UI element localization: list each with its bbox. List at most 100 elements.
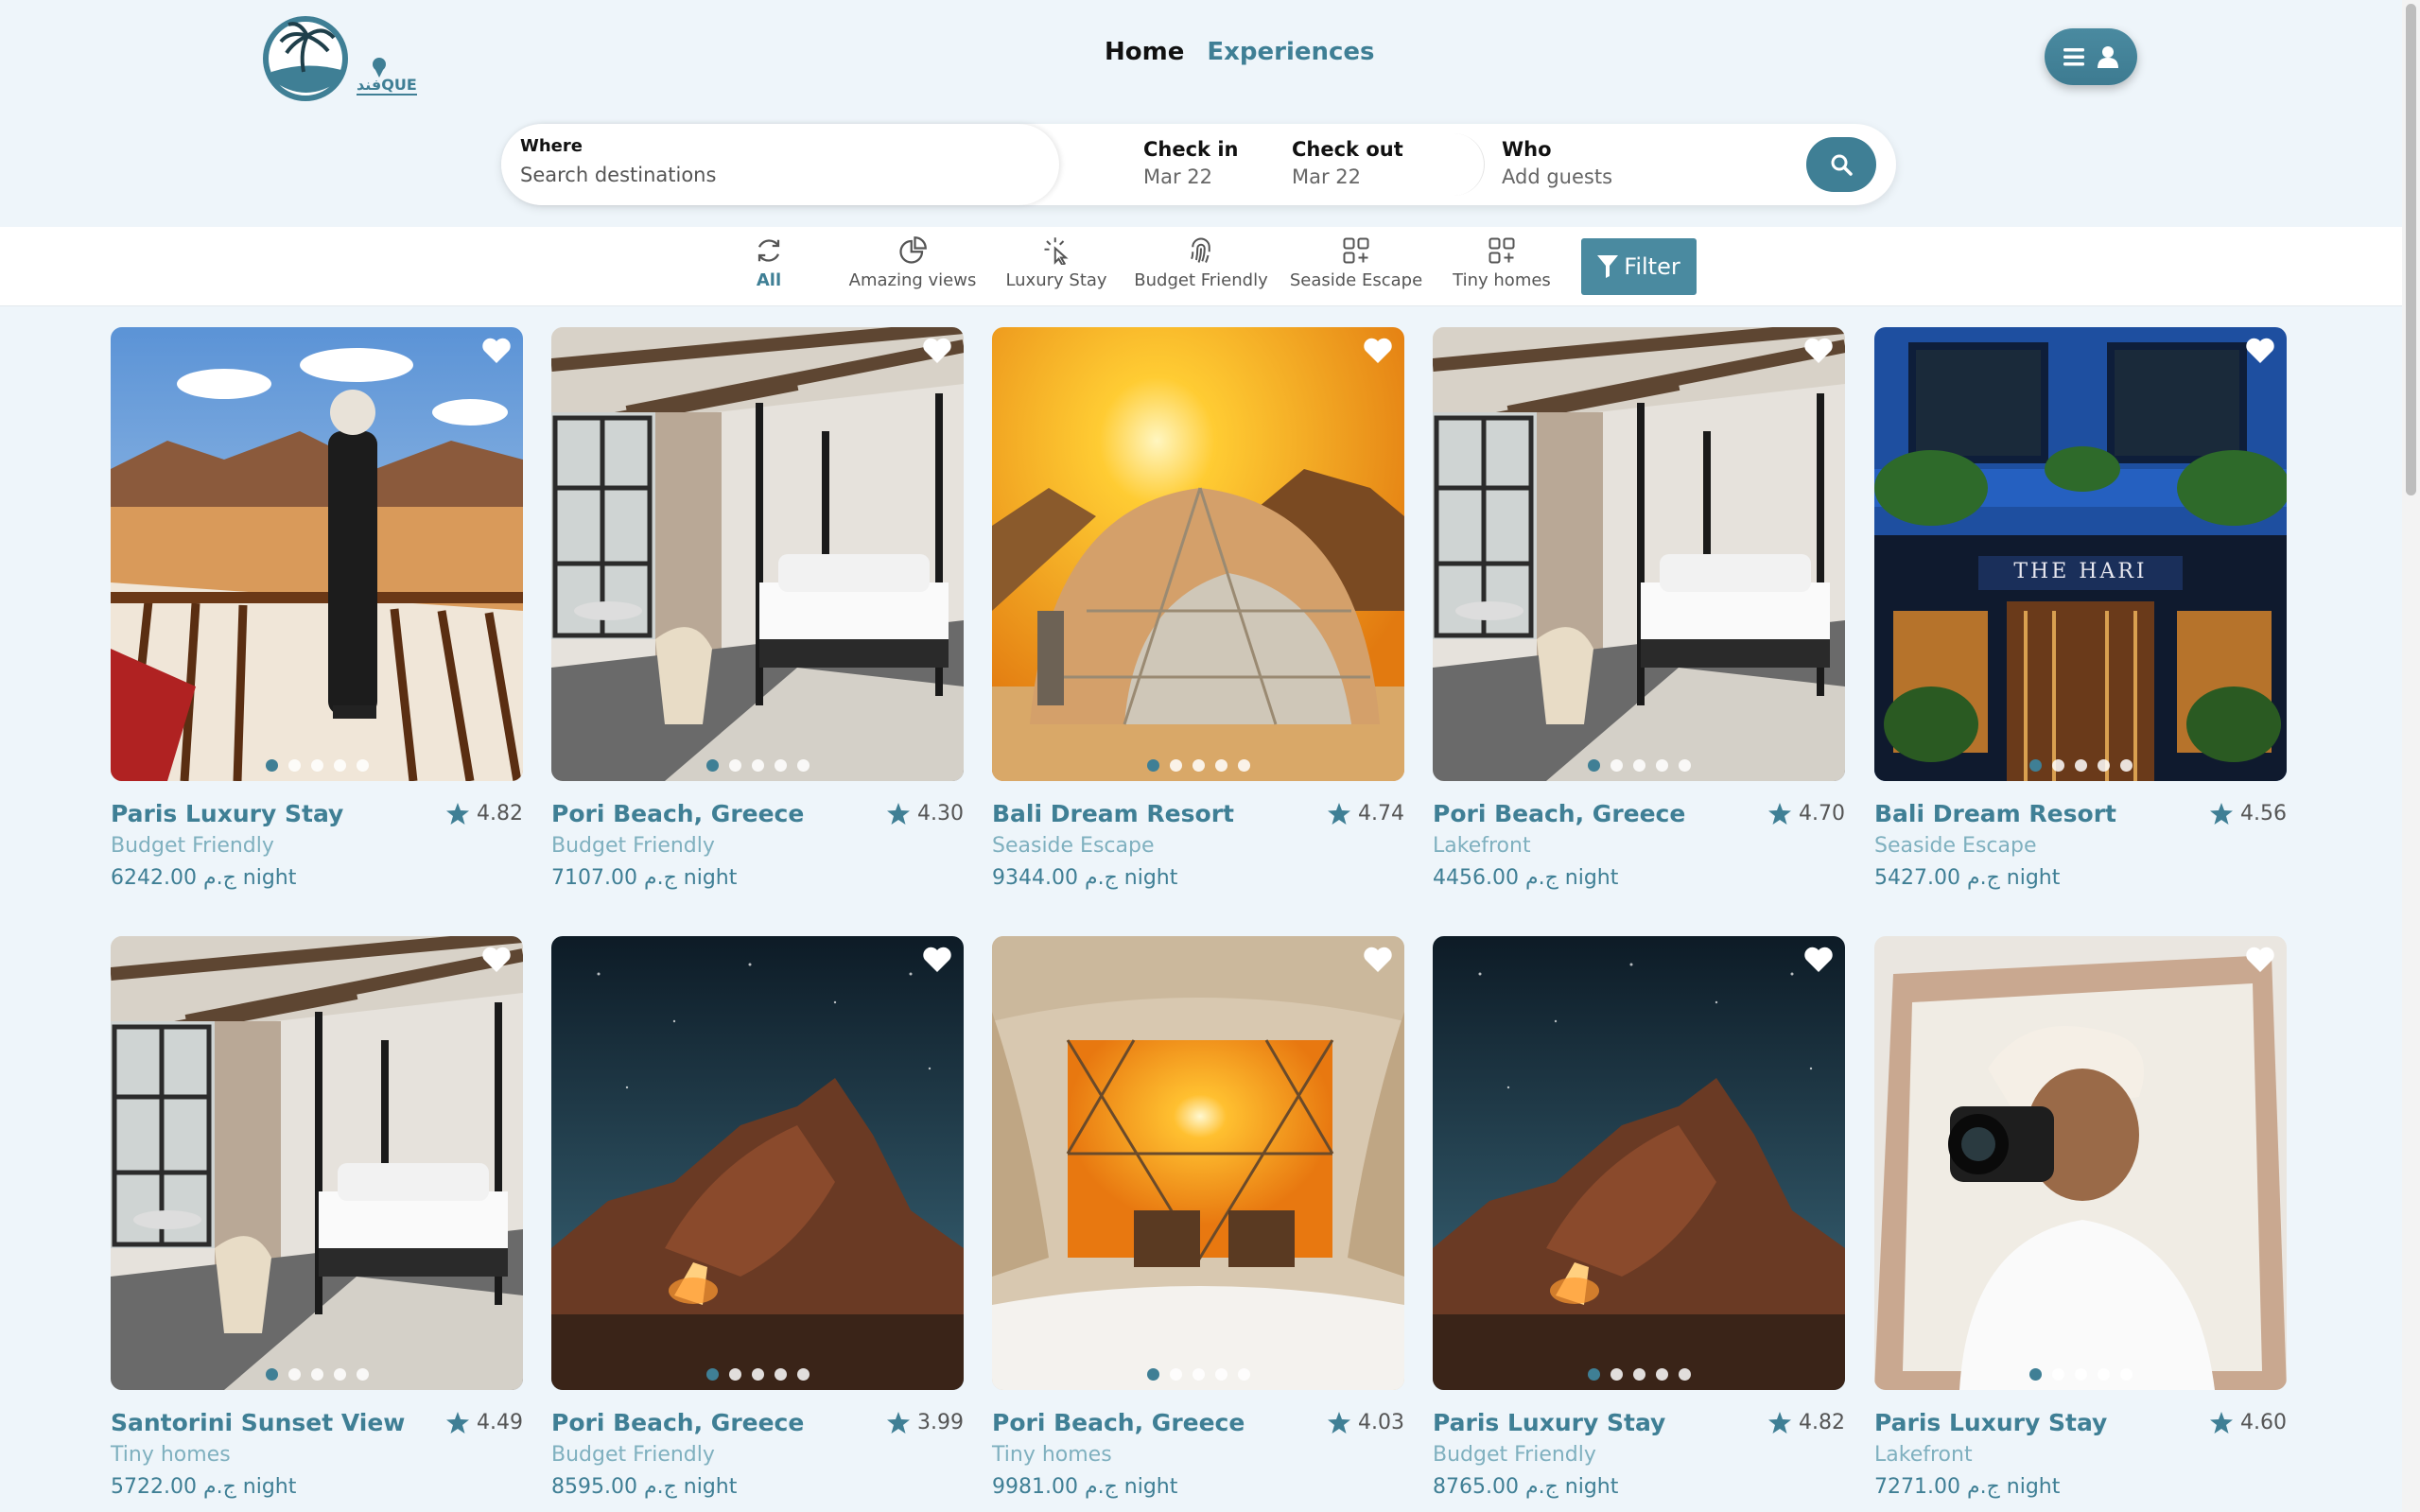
carousel-dot[interactable] xyxy=(751,759,764,772)
carousel-dot[interactable] xyxy=(705,1368,719,1381)
search-where-segment[interactable]: Where xyxy=(501,124,1059,205)
carousel-dot[interactable] xyxy=(1146,1368,1159,1381)
carousel-dot[interactable] xyxy=(1655,1368,1668,1381)
destination-search-input[interactable] xyxy=(520,164,1012,186)
listing-photo[interactable] xyxy=(1874,936,2287,1390)
listing-photo[interactable] xyxy=(1433,327,1845,781)
listing-title[interactable]: Pori Beach, Greece xyxy=(551,1409,804,1436)
listing-card[interactable]: Bali Dream Resort 4.74 Seaside Escape 93… xyxy=(992,327,1404,895)
filter-button[interactable]: Filter xyxy=(1581,238,1697,295)
heart-icon[interactable] xyxy=(1803,946,1834,974)
listing-title[interactable]: Pori Beach, Greece xyxy=(551,800,804,827)
carousel-dot[interactable] xyxy=(751,1368,764,1381)
carousel-dot[interactable] xyxy=(796,1368,810,1381)
category-seaside-escape[interactable]: Seaside Escape xyxy=(1290,236,1422,299)
listing-card[interactable]: Paris Luxury Stay 4.60 Lakefront 7271.00… xyxy=(1874,936,2287,1503)
carousel-dot[interactable] xyxy=(2074,1368,2087,1381)
carousel-dot[interactable] xyxy=(2051,1368,2064,1381)
carousel-dot[interactable] xyxy=(1610,1368,1623,1381)
carousel-dot[interactable] xyxy=(310,1368,323,1381)
carousel-dot[interactable] xyxy=(728,759,741,772)
heart-icon[interactable] xyxy=(1363,337,1393,365)
carousel-dot[interactable] xyxy=(265,759,278,772)
category-budget-friendly[interactable]: Budget Friendly xyxy=(1134,236,1268,299)
carousel-dot[interactable] xyxy=(705,759,719,772)
carousel-dot[interactable] xyxy=(1214,1368,1227,1381)
listing-card[interactable]: Paris Luxury Stay 4.82 Budget Friendly 6… xyxy=(111,327,523,895)
carousel-dot[interactable] xyxy=(774,1368,787,1381)
carousel-dot[interactable] xyxy=(310,759,323,772)
listing-title[interactable]: Paris Luxury Stay xyxy=(1874,1409,2107,1436)
carousel-dot[interactable] xyxy=(356,759,369,772)
carousel-dot[interactable] xyxy=(774,759,787,772)
listing-title[interactable]: Paris Luxury Stay xyxy=(1433,1409,1665,1436)
listing-photo[interactable] xyxy=(992,936,1404,1390)
carousel-dot[interactable] xyxy=(2028,759,2042,772)
carousel-dot[interactable] xyxy=(1632,1368,1645,1381)
listing-title[interactable]: Paris Luxury Stay xyxy=(111,800,343,827)
guests-segment[interactable]: Who Add guests xyxy=(1502,124,1748,205)
check-out-segment[interactable]: Check out Mar 22 xyxy=(1292,124,1453,205)
heart-icon[interactable] xyxy=(922,946,952,974)
carousel-dot[interactable] xyxy=(728,1368,741,1381)
listing-photo[interactable] xyxy=(551,327,964,781)
listing-card[interactable]: Pori Beach, Greece 4.70 Lakefront 4456.0… xyxy=(1433,327,1845,895)
listing-photo[interactable] xyxy=(551,936,964,1390)
listing-card[interactable]: Santorini Sunset View 4.49 Tiny homes 57… xyxy=(111,936,523,1503)
carousel-dot[interactable] xyxy=(265,1368,278,1381)
listing-photo[interactable] xyxy=(1433,936,1845,1390)
heart-icon[interactable] xyxy=(481,337,512,365)
carousel-dot[interactable] xyxy=(1632,759,1645,772)
carousel-dot[interactable] xyxy=(356,1368,369,1381)
carousel-dot[interactable] xyxy=(1237,759,1250,772)
listing-title[interactable]: Santorini Sunset View xyxy=(111,1409,405,1436)
carousel-dot[interactable] xyxy=(287,1368,301,1381)
listing-title[interactable]: Bali Dream Resort xyxy=(992,800,1234,827)
carousel-dot[interactable] xyxy=(1214,759,1227,772)
listing-photo[interactable]: THE HARI xyxy=(1874,327,2287,781)
heart-icon[interactable] xyxy=(922,337,952,365)
carousel-dot[interactable] xyxy=(1192,1368,1205,1381)
heart-icon[interactable] xyxy=(1363,946,1393,974)
carousel-dot[interactable] xyxy=(1587,1368,1600,1381)
heart-icon[interactable] xyxy=(2245,946,2275,974)
listing-card[interactable]: THE HARI Bali Dream Resort 4.56 Seaside … xyxy=(1874,327,2287,895)
carousel-dot[interactable] xyxy=(2051,759,2064,772)
listing-card[interactable]: Pori Beach, Greece 4.30 Budget Friendly … xyxy=(551,327,964,895)
nav-home-link[interactable]: Home xyxy=(1105,38,1184,66)
listing-photo[interactable] xyxy=(111,936,523,1390)
listing-card[interactable]: Paris Luxury Stay 4.82 Budget Friendly 8… xyxy=(1433,936,1845,1503)
carousel-dot[interactable] xyxy=(1678,1368,1691,1381)
scrollbar-thumb[interactable] xyxy=(2406,4,2416,495)
carousel-dot[interactable] xyxy=(1169,1368,1182,1381)
heart-icon[interactable] xyxy=(1803,337,1834,365)
carousel-dot[interactable] xyxy=(2119,1368,2133,1381)
heart-icon[interactable] xyxy=(481,946,512,974)
carousel-dot[interactable] xyxy=(1169,759,1182,772)
carousel-dot[interactable] xyxy=(2097,759,2110,772)
listing-photo[interactable] xyxy=(992,327,1404,781)
listing-card[interactable]: Pori Beach, Greece 3.99 Budget Friendly … xyxy=(551,936,964,1503)
search-button[interactable] xyxy=(1806,137,1876,192)
carousel-dot[interactable] xyxy=(2074,759,2087,772)
carousel-dot[interactable] xyxy=(2097,1368,2110,1381)
heart-icon[interactable] xyxy=(2245,337,2275,365)
category-all[interactable]: All xyxy=(753,236,785,299)
listing-title[interactable]: Bali Dream Resort xyxy=(1874,800,2116,827)
listing-title[interactable]: Pori Beach, Greece xyxy=(1433,800,1685,827)
carousel-dot[interactable] xyxy=(2028,1368,2042,1381)
carousel-dot[interactable] xyxy=(333,1368,346,1381)
category-luxury-stay[interactable]: Luxury Stay xyxy=(1005,236,1107,299)
listing-title[interactable]: Pori Beach, Greece xyxy=(992,1409,1245,1436)
category-amazing-views[interactable]: Amazing views xyxy=(849,236,976,299)
check-in-segment[interactable]: Check in Mar 22 xyxy=(1143,124,1285,205)
carousel-dot[interactable] xyxy=(333,759,346,772)
category-tiny-homes[interactable]: Tiny homes xyxy=(1453,236,1551,299)
listing-card[interactable]: Pori Beach, Greece 4.03 Tiny homes 9981.… xyxy=(992,936,1404,1503)
carousel-dot[interactable] xyxy=(1146,759,1159,772)
carousel-dot[interactable] xyxy=(1587,759,1600,772)
logo[interactable]: فندQUE xyxy=(262,13,417,104)
listing-photo[interactable] xyxy=(111,327,523,781)
carousel-dot[interactable] xyxy=(1192,759,1205,772)
carousel-dot[interactable] xyxy=(1678,759,1691,772)
